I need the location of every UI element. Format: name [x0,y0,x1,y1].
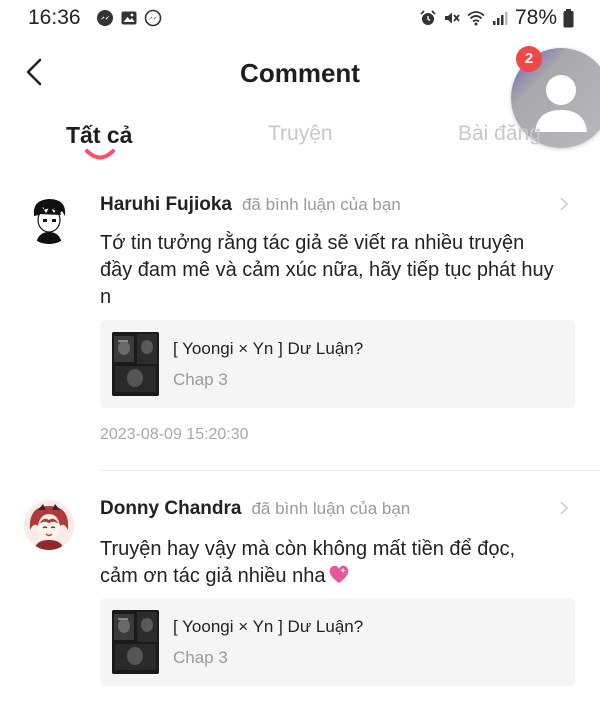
notification-badge: 2 [516,46,542,72]
messenger-icon [144,9,162,27]
comment-text-line: cảm ơn tác giả nhiều nha [100,563,580,590]
chevron-right-icon[interactable] [558,196,570,212]
signal-icon [492,12,508,25]
comment-item[interactable]: Haruhi Fujioka đã bình luận của bạn Tớ ti… [0,186,600,470]
story-chapter: Chap 3 [173,370,228,389]
avatar[interactable] [24,500,74,550]
tab-stories[interactable]: Truyện [268,122,333,146]
mute-icon [444,12,460,24]
user-avatar-image [24,194,74,244]
app-header: Comment [0,40,600,106]
comment-action-text: đã bình luận của bạn [241,195,401,214]
comment-action-text: đã bình luận của bạn [251,499,411,518]
comment-item[interactable]: Donny Chandra đã bình luận của bạn Truyện… [0,492,600,706]
user-avatar-image [24,500,74,550]
comment-text: Truyện hay vậy mà còn không mất tiền để … [100,536,580,590]
divider [100,470,600,471]
sparkling-heart-icon [330,565,349,583]
story-cover-image [112,610,159,674]
tab-posts[interactable]: Bài đăng [458,122,541,146]
tab-all[interactable]: Tất cả [66,122,132,149]
story-cover-image [112,332,159,396]
wifi-icon [467,11,485,26]
chevron-right-icon[interactable] [558,500,570,516]
avatar[interactable] [24,194,74,244]
comment-timestamp: 2023-08-09 15:20:30 [100,426,249,443]
messenger-icon [97,10,113,26]
story-card[interactable]: [ Yoongi × Yn ] Dư Luận? Chap 3 [100,598,575,686]
comment-user-name[interactable]: Haruhi Fujioka đã bình luận của bạn [100,194,401,216]
active-tab-indicator [85,149,115,160]
story-card[interactable]: [ Yoongi × Yn ] Dư Luận? Chap 3 [100,320,575,408]
status-bar: 16:36 78% [0,0,600,36]
status-time: 16:36 [28,6,81,29]
story-title: [ Yoongi × Yn ] Dư Luận? [173,617,364,636]
comment-text-part: cảm ơn tác giả nhiều nha [100,565,326,587]
page-title: Comment [240,58,360,88]
story-title: [ Yoongi × Yn ] Dư Luận? [173,339,364,358]
comment-text-line: Truyện hay vậy mà còn không mất tiền để … [100,538,516,560]
comment-user-name[interactable]: Donny Chandra đã bình luận của bạn [100,498,410,520]
user-name-text: Haruhi Fujioka [100,194,232,215]
story-chapter: Chap 3 [173,648,228,667]
user-name-text: Donny Chandra [100,498,242,519]
comment-text: Tớ tin tưởng rằng tác giả sẽ viết ra nhi… [100,232,554,308]
tab-bar: Tất cả Truyện Bài đăng [0,118,600,170]
battery-icon [563,8,574,27]
battery-percent: 78% [514,6,557,29]
gallery-icon [121,11,137,25]
alarm-icon [420,10,436,25]
